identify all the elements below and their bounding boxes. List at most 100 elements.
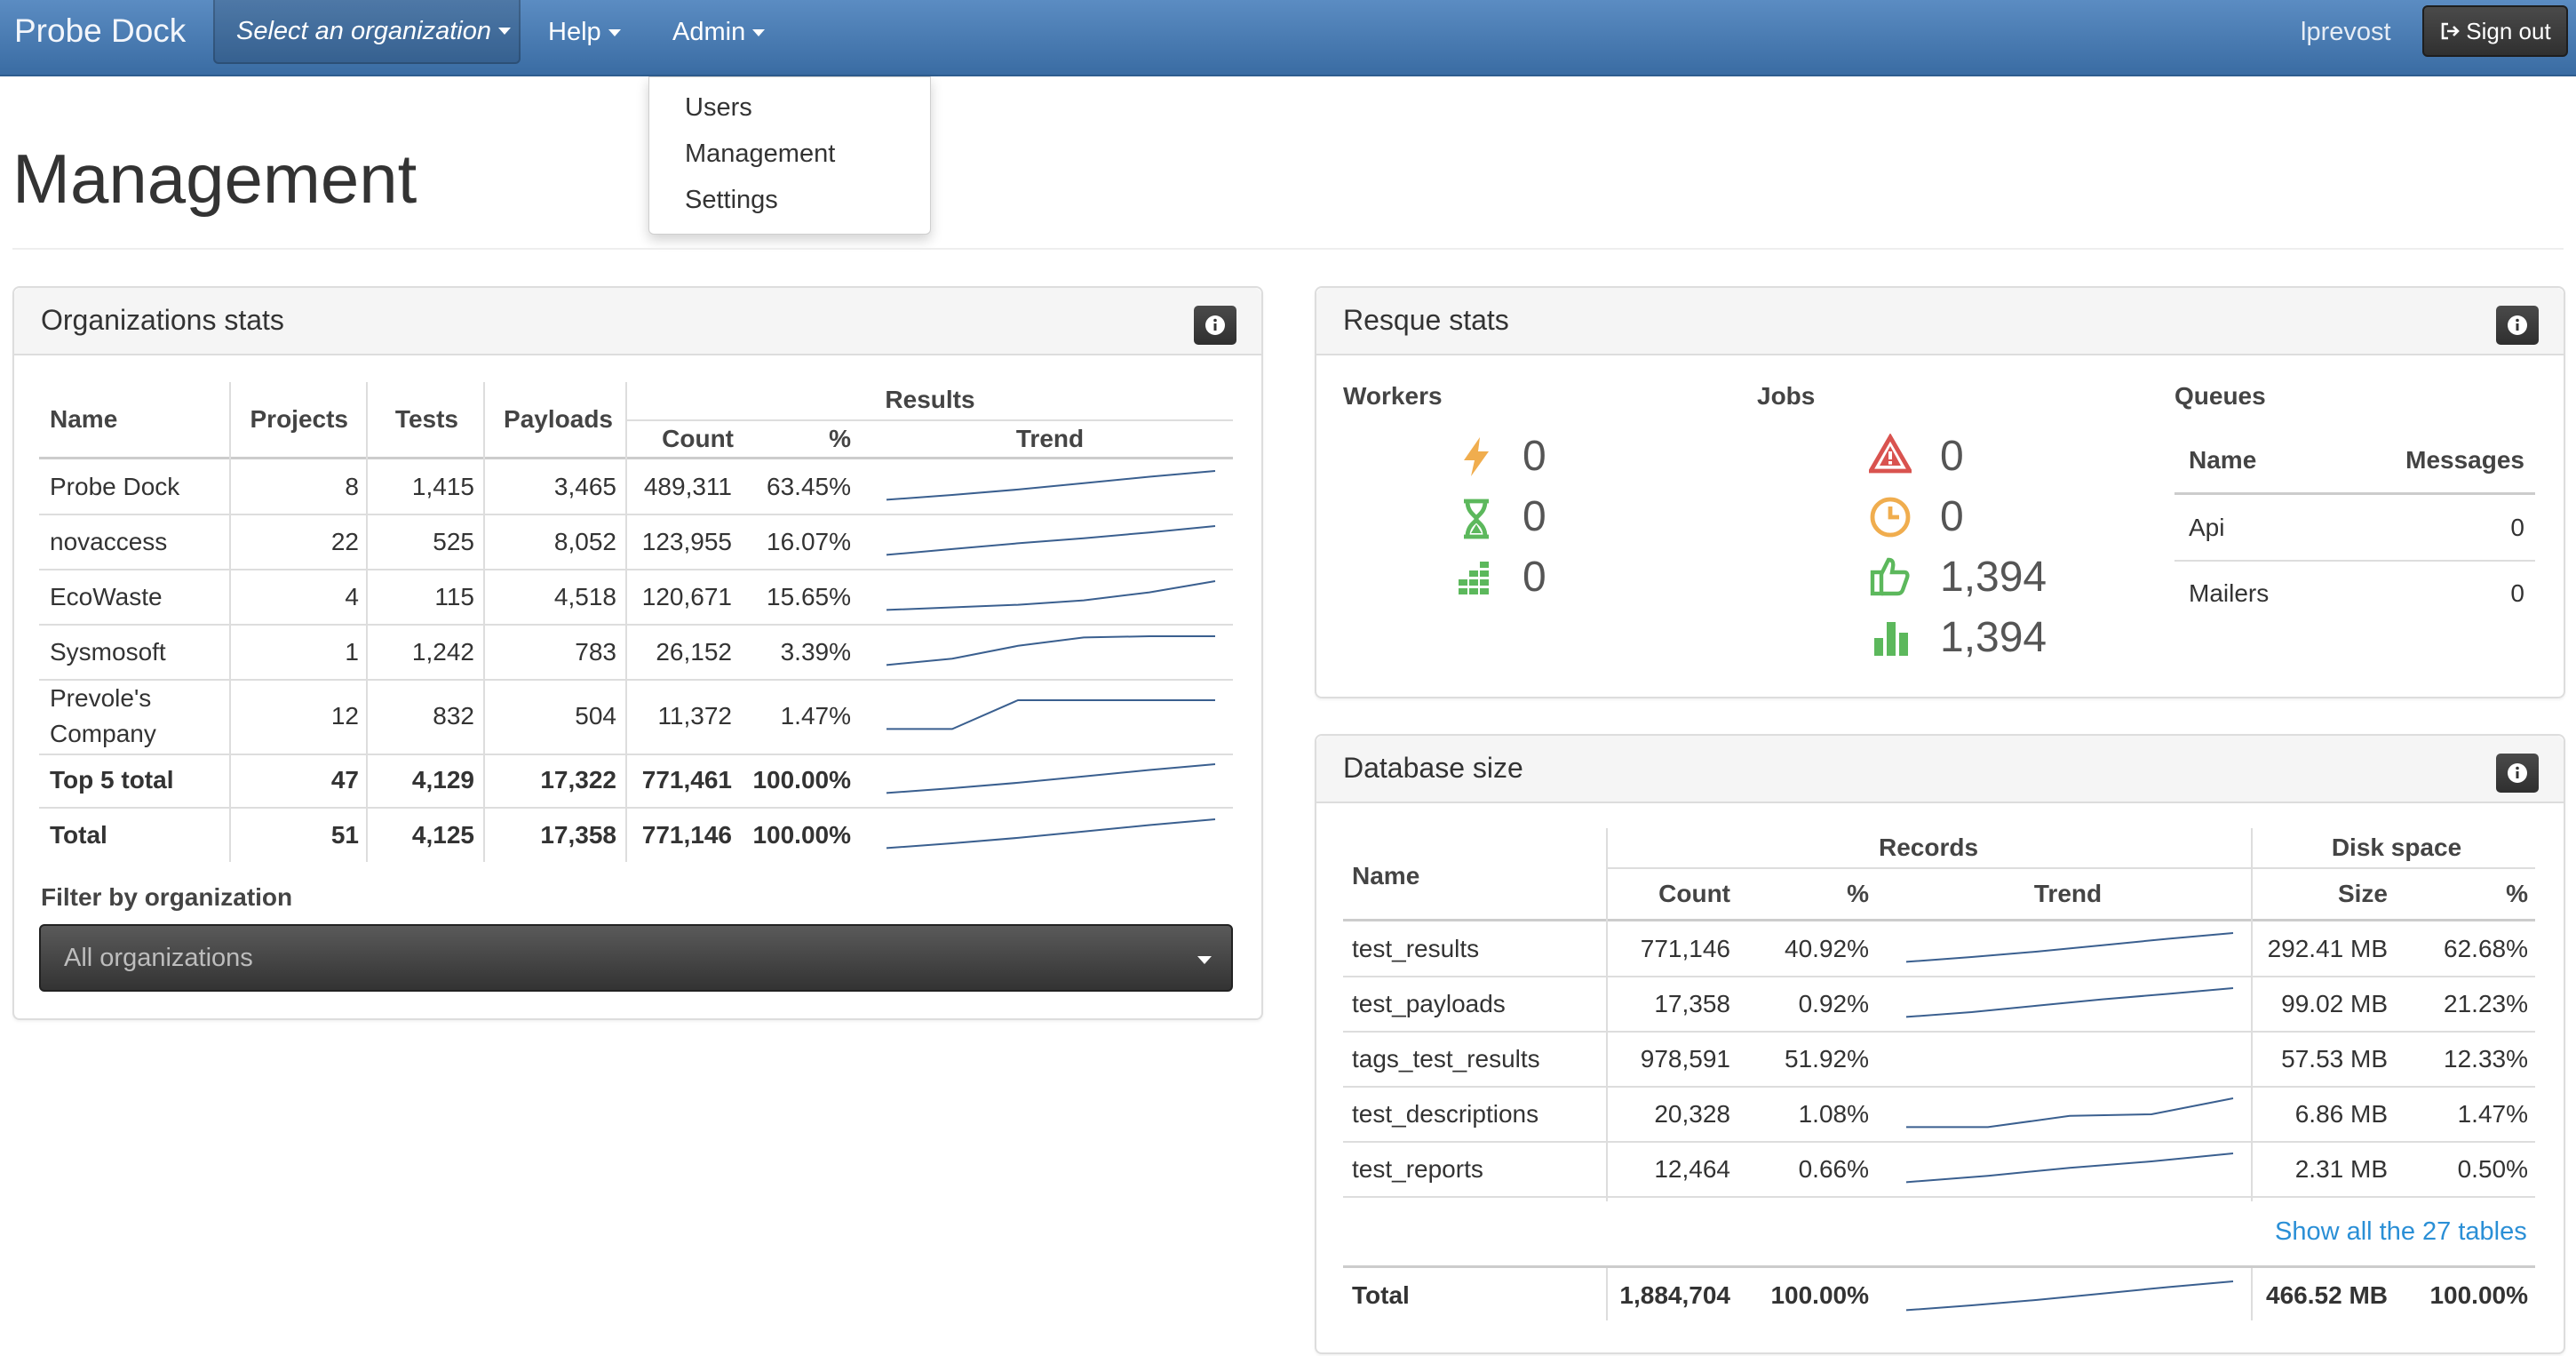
queues-heading: Queues <box>2174 382 2266 410</box>
trend-line <box>1905 932 2234 963</box>
top-navbar: Probe Dock Select an organization Help A… <box>0 0 2576 76</box>
org-tests: 525 <box>433 528 474 555</box>
org-name: Probe Dock <box>50 473 180 500</box>
org-percent: 15.65% <box>767 583 851 610</box>
org-percent: 16.07% <box>767 528 851 555</box>
org-projects: 8 <box>345 473 359 500</box>
db-disk-percent: 21.23% <box>2444 990 2528 1017</box>
trend-line <box>1905 1280 2234 1312</box>
row-divider <box>1343 1141 2535 1143</box>
db-total-count: 1,884,704 <box>1619 1281 1730 1309</box>
db-count: 17,358 <box>1654 990 1730 1017</box>
db-col-header-records: Records <box>1878 834 1979 861</box>
workers-waiting-count: 0 <box>1523 493 1546 540</box>
trend-line <box>1905 987 2234 1018</box>
db-col-header-size: Size <box>2337 880 2388 907</box>
organization-filter-value: All organizations <box>64 944 253 972</box>
db-size: 57.53 MB <box>2281 1045 2388 1073</box>
row-divider <box>1343 1196 2535 1198</box>
db-percent: 51.92% <box>1785 1045 1869 1073</box>
admin-menu[interactable]: Admin <box>672 18 766 47</box>
menu-item-settings[interactable]: Settings <box>685 186 778 215</box>
org-payloads: 3,465 <box>553 473 616 500</box>
org-count: 11,372 <box>657 702 732 730</box>
organization-filter-select[interactable]: All organizations <box>39 924 1233 992</box>
panel-heading: Resque stats <box>1316 288 2564 355</box>
trend-line <box>886 763 1216 794</box>
trend-line <box>886 635 1215 666</box>
menu-item-management[interactable]: Management <box>685 140 835 169</box>
org-tests: 115 <box>434 583 474 610</box>
info-icon <box>1205 315 1225 335</box>
org-projects: 12 <box>330 702 359 730</box>
table-divider <box>627 419 1233 421</box>
org-percent: 1.47% <box>780 702 851 730</box>
org-count: 120,671 <box>641 583 732 610</box>
brand-logo[interactable]: Probe Dock <box>14 12 186 50</box>
db-count: 978,591 <box>1640 1045 1730 1073</box>
organization-selector[interactable]: Select an organization <box>213 0 521 64</box>
col-header-name: Name <box>50 405 118 433</box>
db-table-name: tags_test_results <box>1352 1045 1540 1073</box>
chevron-down-icon <box>608 29 621 37</box>
admin-dropdown-menu: Users Management Settings <box>648 76 931 235</box>
db-size: 6.86 MB <box>2294 1100 2388 1128</box>
jobs-failed-count: 0 <box>1940 433 1964 480</box>
menu-item-users[interactable]: Users <box>685 93 752 123</box>
db-total-percent: 100.00% <box>1770 1281 1869 1309</box>
workers-grid-icon <box>1459 562 1489 594</box>
db-percent: 1.08% <box>1798 1100 1869 1128</box>
panel-title: Resque stats <box>1343 304 1509 336</box>
trend-sparkline <box>886 818 1216 849</box>
org-name: Sysmosoft <box>50 638 166 666</box>
filter-label: Filter by organization <box>41 883 293 911</box>
org-percent: 63.45% <box>767 473 851 500</box>
org-top5-label: Top 5 total <box>50 766 174 794</box>
db-table-name: test_results <box>1352 935 1480 962</box>
trend-sparkline <box>1906 1097 2234 1129</box>
header-divider <box>12 248 2564 250</box>
current-user[interactable]: lprevost <box>2301 18 2391 47</box>
queue-name: Mailers <box>2189 579 2270 607</box>
chevron-down-icon <box>497 28 511 35</box>
org-payloads: 783 <box>575 638 616 666</box>
trend-sparkline <box>886 699 1215 730</box>
org-payloads: 4,518 <box>553 583 616 610</box>
db-table-name: test_descriptions <box>1352 1100 1539 1128</box>
db-count: 771,146 <box>1640 935 1730 962</box>
panel-heading: Database size <box>1316 736 2564 803</box>
org-projects: 4 <box>345 583 359 610</box>
warning-icon <box>1869 434 1912 474</box>
info-button[interactable] <box>2496 754 2539 793</box>
row-divider <box>1343 1086 2535 1088</box>
db-size: 292.41 MB <box>2267 935 2388 962</box>
sign-out-button[interactable]: Sign out <box>2422 5 2568 57</box>
col-header-trend: Trend <box>1015 425 1085 452</box>
db-total-disk-percent: 100.00% <box>2429 1281 2528 1309</box>
db-count: 20,328 <box>1654 1100 1730 1128</box>
trend-sparkline <box>1905 987 2234 1018</box>
trend-sparkline <box>886 525 1216 556</box>
org-count: 771,461 <box>641 766 732 794</box>
org-payloads: 17,358 <box>540 821 616 849</box>
db-col-header-trend: Trend <box>2033 880 2103 907</box>
trend-line <box>886 580 1216 611</box>
help-menu-label: Help <box>548 18 601 46</box>
info-button[interactable] <box>1194 306 1236 345</box>
queue-name: Api <box>2189 514 2225 541</box>
help-menu[interactable]: Help <box>548 18 621 47</box>
table-divider <box>2251 828 2253 1201</box>
db-disk-percent: 0.50% <box>2457 1155 2528 1183</box>
clock-icon <box>1870 497 1911 538</box>
db-col-header-percent: % <box>1847 880 1869 907</box>
db-percent: 40.92% <box>1785 935 1869 962</box>
col-header-tests: Tests <box>394 405 458 433</box>
info-button[interactable] <box>2496 306 2539 345</box>
org-projects: 51 <box>330 821 359 849</box>
row-divider <box>39 514 1233 515</box>
show-all-tables-link[interactable]: Show all the 27 tables <box>2275 1217 2527 1247</box>
trend-sparkline <box>1905 932 2234 963</box>
org-count: 26,152 <box>656 638 732 666</box>
hourglass-icon <box>1464 499 1489 539</box>
org-payloads: 8,052 <box>553 528 616 555</box>
